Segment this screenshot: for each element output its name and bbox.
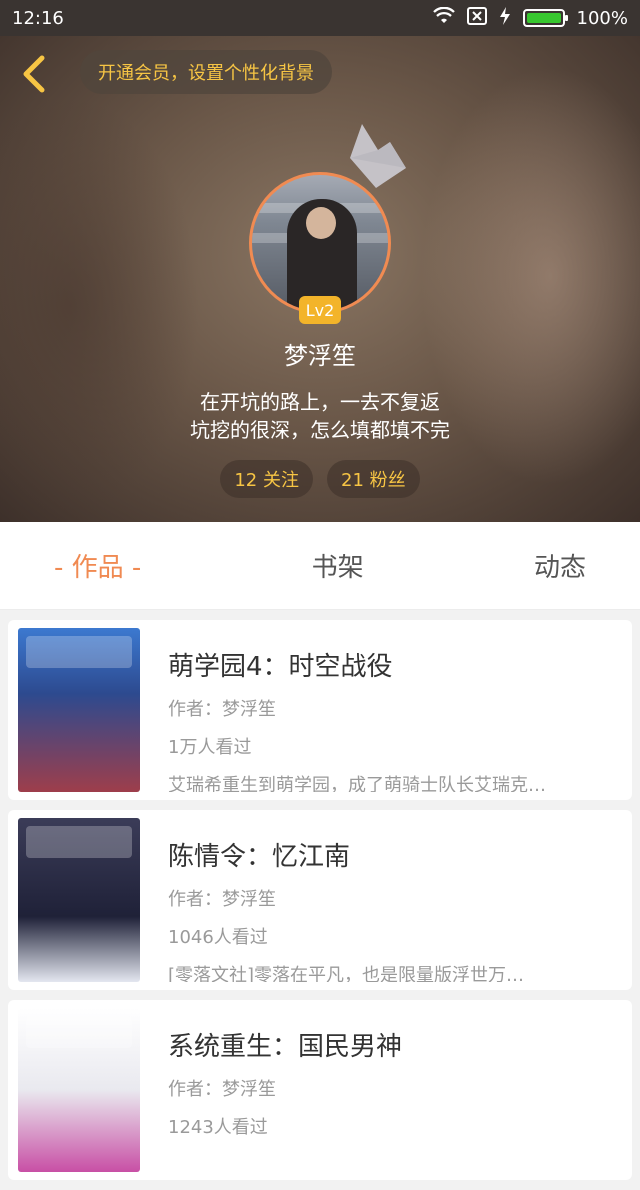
profile-stats: 12 关注 21 粉丝 [0,460,640,498]
back-button[interactable] [16,52,52,96]
book-views: 1万人看过 [168,737,252,758]
book-views: 1243人看过 [168,1117,268,1138]
sim-icon [466,6,487,30]
username: 梦浮笙 [284,342,356,370]
book-description: 艾瑞希重生到萌学园，成了萌骑士队长艾瑞克… [168,775,546,792]
back-icon [23,55,45,93]
fans-count-button[interactable]: 21 粉丝 [327,460,420,498]
book-title: 萌学园4：时空战役 [168,652,393,682]
bio-line-1: 在开坑的路上，一去不复返 [200,390,440,414]
book-author: 作者：梦浮笙 [168,1079,276,1100]
book-card[interactable]: 陈情令：忆江南 作者：梦浮笙 1046人看过 [零落文社]零落在平凡，也是限量版… [8,810,632,990]
book-cover [18,1008,140,1172]
avatar[interactable] [249,172,391,314]
works-list: 萌学园4：时空战役 作者：梦浮笙 1万人看过 艾瑞希重生到萌学园，成了萌骑士队长… [8,620,632,1190]
charging-icon [499,6,511,30]
book-card[interactable]: 萌学园4：时空战役 作者：梦浮笙 1万人看过 艾瑞希重生到萌学园，成了萌骑士队长… [8,620,632,800]
battery-icon [522,9,568,27]
tab-activity[interactable]: 动态 [534,547,586,584]
book-description: [零落文社]零落在平凡，也是限量版浮世万… [168,965,525,982]
book-card[interactable]: 系统重生：国民男神 作者：梦浮笙 1243人看过 [8,1000,632,1180]
book-title: 陈情令：忆江南 [168,842,351,872]
vip-background-banner[interactable]: 开通会员，设置个性化背景 [80,50,332,94]
status-icons: 100% [432,6,628,30]
book-title: 系统重生：国民男神 [168,1032,403,1062]
profile-header: 开通会员，设置个性化背景 Lv2 梦浮笙 在开坑的路上，一去不复返 坑挖的很深，… [0,36,640,522]
level-badge: Lv2 [299,296,341,324]
following-count-button[interactable]: 12 关注 [220,460,313,498]
tab-works[interactable]: - 作品 - [54,547,141,584]
user-bio: 在开坑的路上，一去不复返 坑挖的很深，怎么填都填不完 [0,388,640,444]
book-author: 作者：梦浮笙 [168,889,276,910]
status-time: 12:16 [12,7,64,29]
bio-line-2: 坑挖的很深，怎么填都填不完 [190,418,450,442]
wifi-icon [432,6,455,30]
profile-tabs: - 作品 - 书架 动态 [0,522,640,610]
book-author: 作者：梦浮笙 [168,699,276,720]
book-cover [18,818,140,982]
status-bar: 12:16 100% [0,0,640,36]
tab-bookshelf[interactable]: 书架 [312,547,364,584]
battery-percent: 100% [576,7,628,29]
book-views: 1046人看过 [168,927,268,948]
book-cover [18,628,140,792]
